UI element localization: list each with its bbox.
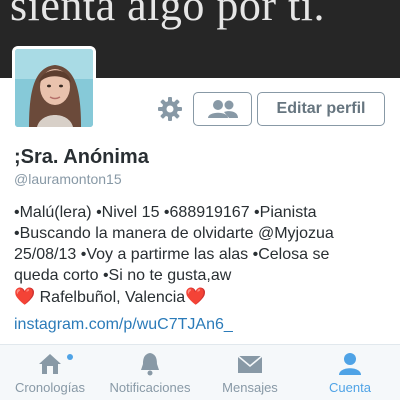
- profile-link[interactable]: instagram.com/p/wuC7TJAn6_: [14, 316, 233, 334]
- bio-line: queda corto •Si no te gusta,aw: [14, 267, 232, 284]
- edit-profile-button[interactable]: Editar perfil: [257, 92, 385, 126]
- bell-icon: [141, 353, 159, 376]
- unread-badge: [67, 354, 73, 360]
- profile-location: ❤️ Rafelbuñol, Valencia❤️: [14, 286, 394, 308]
- tab-notificaciones[interactable]: Notificaciones: [100, 345, 200, 400]
- home-icon: [39, 354, 61, 374]
- location-text: Rafelbuñol, Valencia: [39, 289, 186, 306]
- follow-people-button[interactable]: [193, 92, 252, 126]
- gear-icon[interactable]: [157, 96, 183, 122]
- bio-line: •Buscando la manera de olvidarte @Myjozu…: [14, 225, 334, 242]
- heart-icon: ❤️: [185, 287, 207, 306]
- tab-label: Cronologías: [14, 380, 86, 395]
- tab-label: Notificaciones: [109, 380, 191, 395]
- avatar-photo: [15, 49, 93, 127]
- heart-icon: ❤️: [14, 287, 36, 306]
- envelope-icon: [237, 355, 263, 373]
- avatar[interactable]: [12, 46, 96, 130]
- profile-bio: •Malú(lera) •Nivel 15 •688919167 •Pianis…: [14, 202, 394, 308]
- profile-name: ;Sra. Anónima: [14, 146, 149, 168]
- tab-label: Cuenta: [329, 380, 371, 395]
- banner-text: sienta algo por ti.: [10, 0, 325, 30]
- tab-cuenta[interactable]: Cuenta: [300, 345, 400, 400]
- profile-handle: @lauramonton15: [14, 171, 122, 187]
- bio-line: •Malú(lera) •Nivel 15 •688919167 •Pianis…: [14, 204, 317, 221]
- people-icon: [207, 100, 238, 118]
- tab-label: Mensajes: [222, 380, 278, 395]
- tab-cronologias[interactable]: Cronologías: [0, 345, 100, 400]
- tab-bar: Cronologías Notificaciones Mensajes Cuen…: [0, 344, 400, 400]
- bio-line: 25/08/13 •Voy a partirme las alas •Celos…: [14, 246, 330, 263]
- tab-mensajes[interactable]: Mensajes: [200, 345, 300, 400]
- person-icon: [339, 353, 361, 375]
